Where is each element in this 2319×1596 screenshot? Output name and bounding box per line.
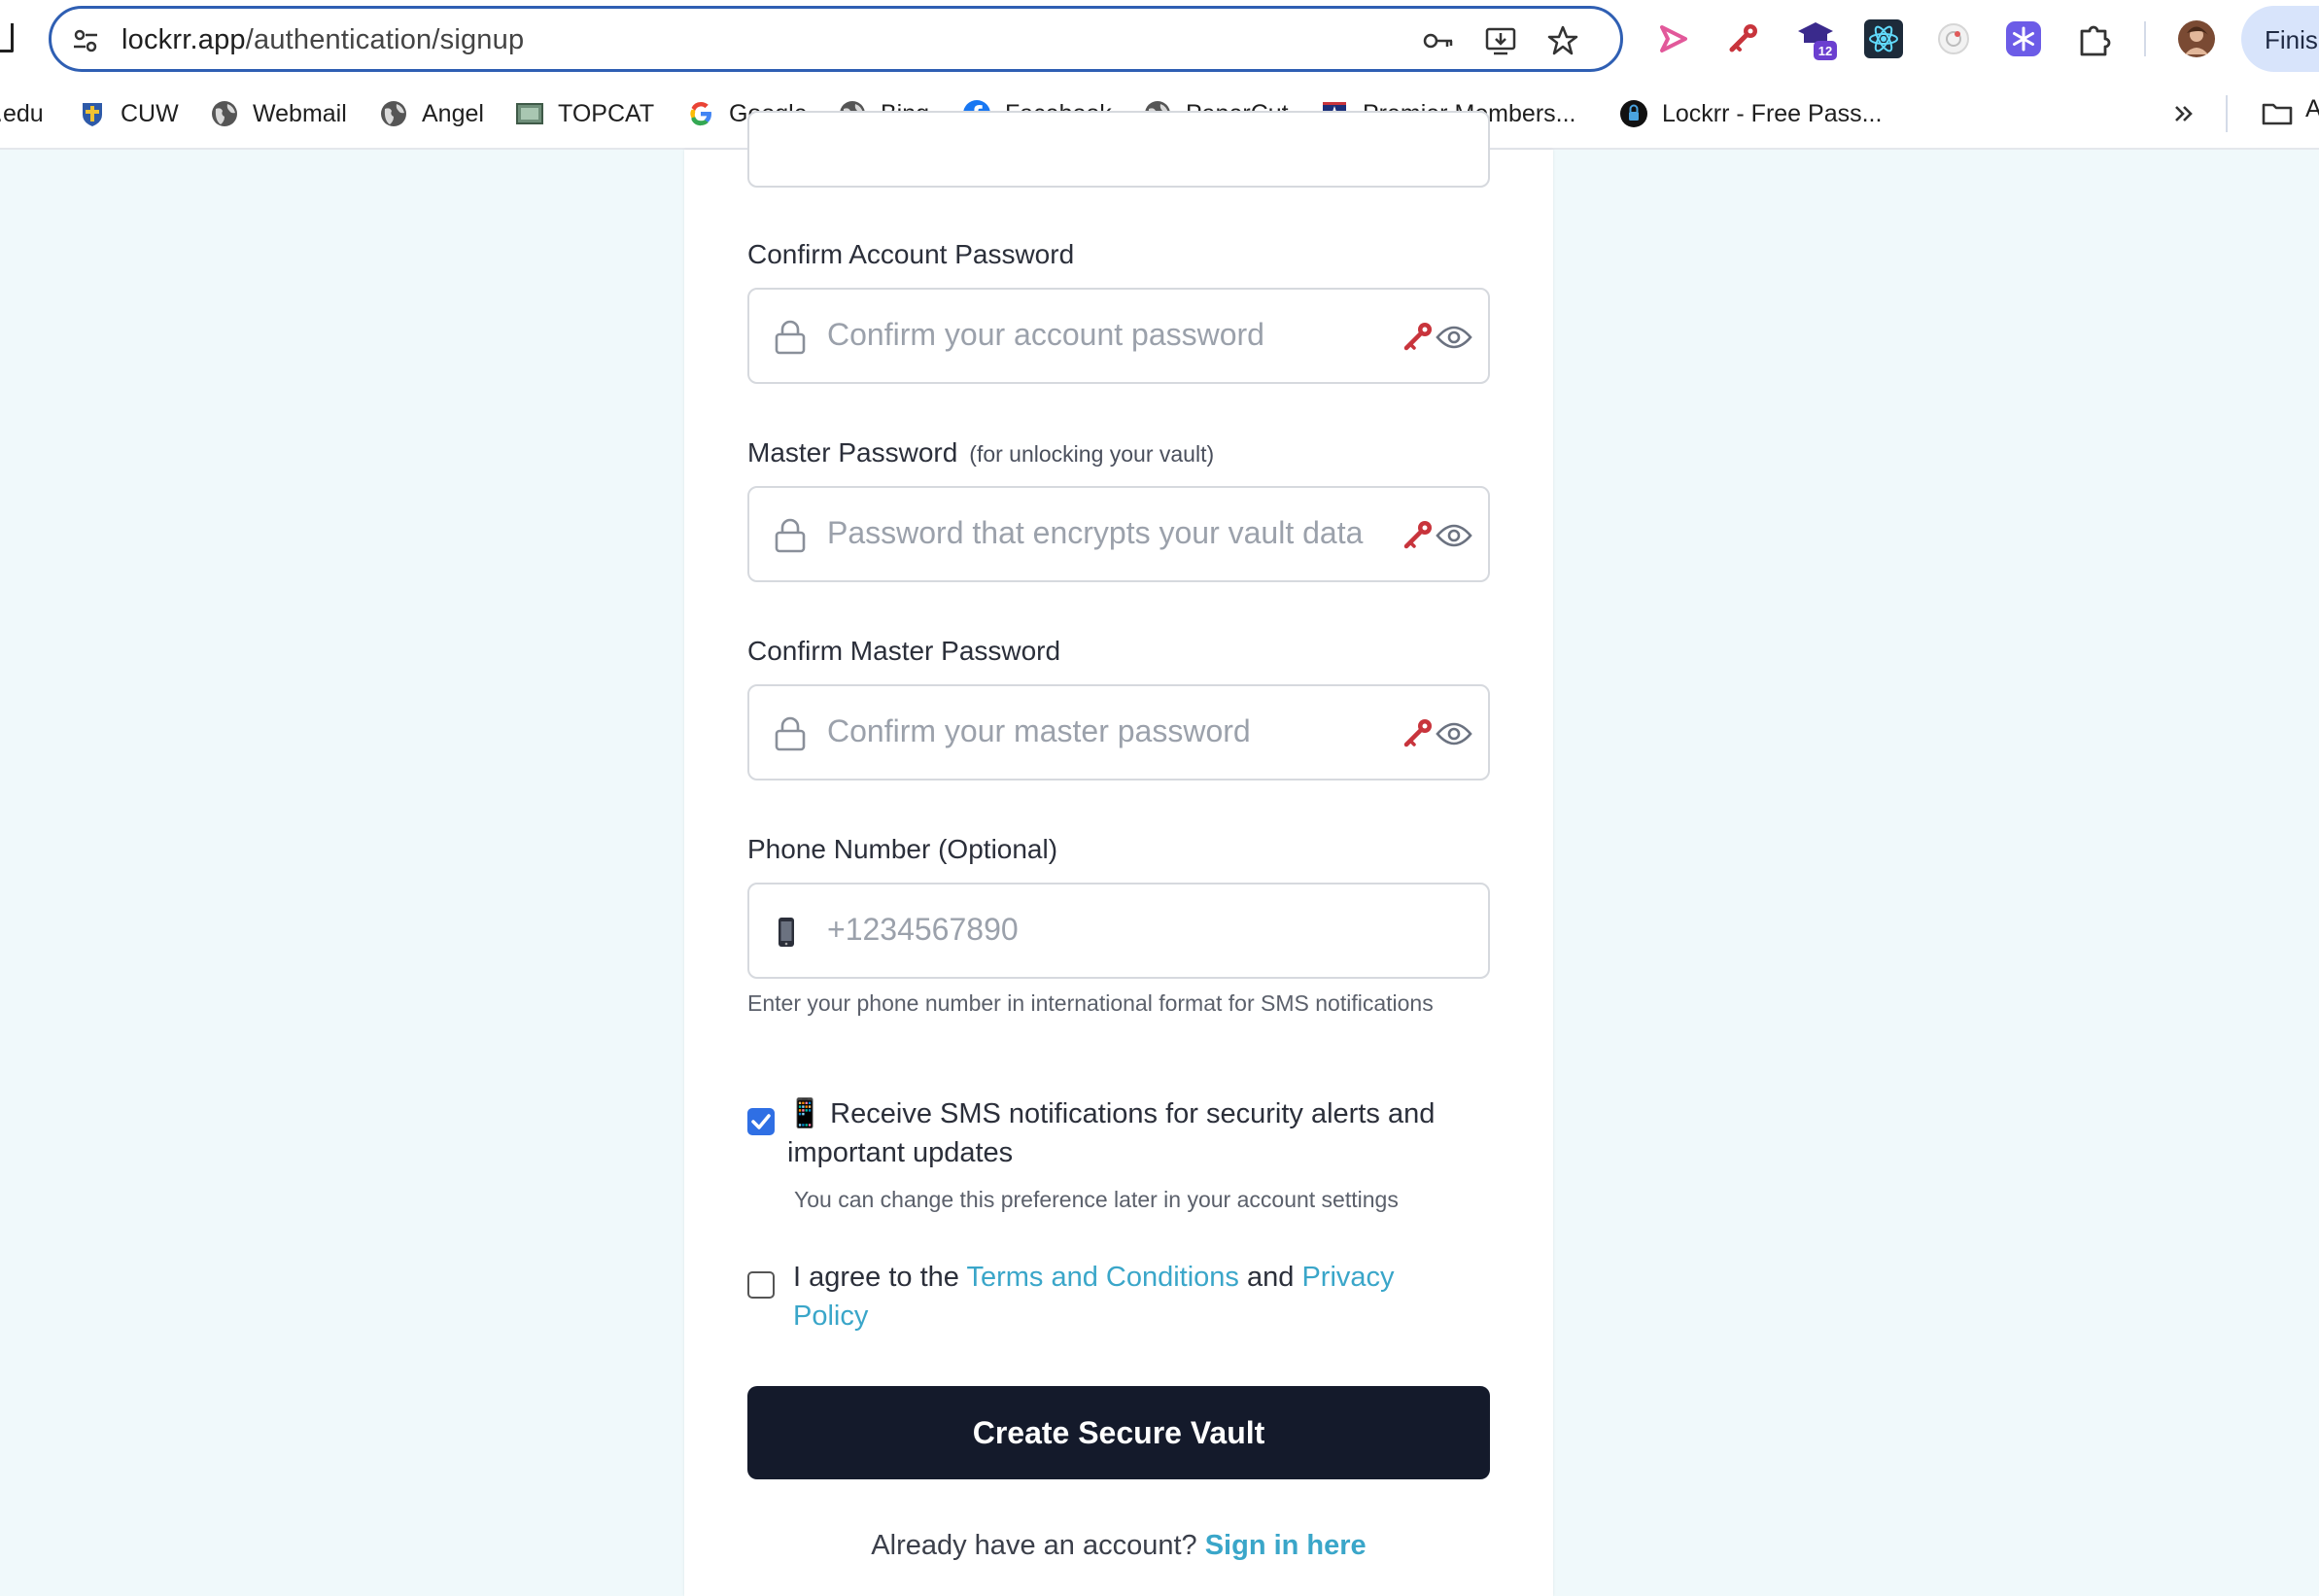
install-app-icon[interactable]	[1484, 24, 1517, 57]
confirm-master-password-placeholder: Confirm your master password	[827, 713, 1251, 748]
sms-label-text: Receive SMS notifications for security a…	[787, 1098, 1436, 1168]
password-key-icon[interactable]	[1422, 24, 1455, 57]
checkmark-icon	[751, 1114, 771, 1129]
extension-badge-count: 12	[1818, 44, 1832, 58]
toolbar-divider	[2144, 21, 2146, 56]
mobile-phone-icon	[779, 918, 794, 947]
bookmark-angel[interactable]: Angel	[379, 95, 484, 132]
bookmark-lockrr[interactable]: Lockrr - Free Pass...	[1619, 95, 1882, 132]
home-icon[interactable]	[0, 23, 14, 52]
extension-play-icon[interactable]	[1654, 19, 1693, 58]
bookmark-webmail[interactable]: Webmail	[210, 95, 347, 132]
terms-and-conditions-link[interactable]: Terms and Conditions	[966, 1262, 1238, 1293]
url-host: lockrr.app	[121, 24, 246, 55]
signin-prefix: Already have an account?	[871, 1530, 1197, 1561]
bookmark-star-icon[interactable]	[1546, 24, 1579, 57]
extension-graduation-icon[interactable]: 12	[1794, 17, 1839, 62]
master-password-placeholder: Password that encrypts your vault data	[827, 515, 1364, 550]
terms-and-word: and	[1247, 1262, 1295, 1293]
extension-lockrr-key-icon[interactable]	[1724, 19, 1763, 58]
url-text[interactable]: lockrr.app/authentication/signup	[121, 24, 524, 56]
master-password-field[interactable]: Password that encrypts your vault data	[747, 486, 1490, 582]
terms-agree-checkbox[interactable]	[747, 1271, 775, 1299]
show-password-eye-icon[interactable]	[1436, 323, 1472, 352]
extension-record-icon[interactable]	[1934, 19, 1973, 58]
bookmark-edu[interactable]: .edu	[0, 95, 44, 132]
show-password-eye-icon[interactable]	[1436, 719, 1472, 748]
globe-icon	[212, 101, 237, 126]
password-generator-key-icon[interactable]	[1401, 715, 1436, 750]
confirm-account-password-label: Confirm Account Password	[747, 239, 1075, 269]
signup-card: Confirm Account Password Confirm your ac…	[684, 111, 1553, 1596]
create-secure-vault-button[interactable]: Create Secure Vault	[747, 1386, 1490, 1479]
extension-snowflake-icon[interactable]	[2004, 19, 2043, 58]
bookmark-label: CUW	[121, 99, 179, 127]
bookmark-topcat[interactable]: TOPCAT	[515, 95, 654, 132]
globe-icon	[381, 101, 406, 126]
password-generator-key-icon[interactable]	[1401, 517, 1436, 552]
terms-prefix: I agree to the	[793, 1262, 959, 1293]
terms-agree-label[interactable]: I agree to the Terms and Conditions and …	[793, 1258, 1464, 1336]
folder-icon[interactable]	[2261, 97, 2294, 130]
bookmark-label: Angel	[422, 99, 484, 127]
sms-notifications-checkbox[interactable]	[747, 1108, 775, 1135]
confirm-account-password-placeholder: Confirm your account password	[827, 317, 1264, 352]
confirm-account-password-field[interactable]: Confirm your account password	[747, 288, 1490, 384]
master-password-label: Master Password (for unlocking your vault…	[747, 437, 1214, 468]
confirm-master-password-label: Confirm Master Password	[747, 636, 1061, 666]
bookmark-label: TOPCAT	[558, 99, 655, 127]
bookmark-all-label[interactable]: A	[2305, 95, 2319, 123]
sms-emoji: 📱	[787, 1098, 823, 1129]
site-info-icon[interactable]	[71, 26, 100, 55]
show-password-eye-icon[interactable]	[1436, 521, 1472, 550]
lock-icon	[775, 716, 806, 751]
bookmark-label: Lockrr - Free Pass...	[1662, 99, 1883, 127]
bookmark-label: .edu	[0, 99, 44, 127]
master-password-sublabel: (for unlocking your vault)	[969, 441, 1215, 467]
lock-icon	[775, 518, 806, 553]
account-password-field-partial[interactable]	[747, 111, 1490, 188]
lockrr-icon	[1620, 100, 1647, 127]
lock-icon	[775, 320, 806, 355]
phone-number-label: Phone Number (Optional)	[747, 834, 1058, 864]
phone-number-placeholder: +1234567890	[827, 912, 1019, 947]
extensions-puzzle-icon[interactable]	[2074, 19, 2113, 58]
bookmarks-divider	[2226, 95, 2228, 132]
finish-update-label: Finis	[2265, 25, 2318, 54]
page-background: Confirm Account Password Confirm your ac…	[0, 111, 2319, 1596]
url-path: /authentication/signup	[245, 24, 525, 55]
signin-prompt: Already have an account? Sign in here	[747, 1530, 1490, 1562]
address-bar[interactable]: lockrr.app/authentication/signup	[49, 6, 1623, 72]
browser-toolbar: lockrr.app/authentication/signup 12 Fini…	[0, 0, 2319, 78]
profile-avatar[interactable]	[2177, 19, 2216, 58]
sms-preference-hint: You can change this preference later in …	[794, 1187, 1399, 1212]
topcat-icon	[516, 103, 543, 124]
phone-number-field[interactable]: +1234567890	[747, 883, 1490, 979]
master-password-label-text: Master Password	[747, 437, 958, 468]
sign-in-link[interactable]: Sign in here	[1205, 1530, 1367, 1561]
sms-notifications-label[interactable]: 📱 Receive SMS notifications for security…	[787, 1094, 1487, 1172]
google-icon	[690, 102, 711, 126]
phone-number-hint: Enter your phone number in international…	[747, 990, 1434, 1016]
extension-react-icon[interactable]	[1864, 19, 1903, 58]
finish-update-button[interactable]: Finis	[2241, 6, 2319, 72]
chevron-double-right-icon[interactable]	[2167, 97, 2200, 130]
bookmark-cuw[interactable]: CUW	[78, 95, 179, 132]
bookmark-label: Webmail	[253, 99, 347, 127]
cuw-icon	[83, 103, 102, 126]
password-generator-key-icon[interactable]	[1401, 319, 1436, 354]
confirm-master-password-field[interactable]: Confirm your master password	[747, 684, 1490, 781]
